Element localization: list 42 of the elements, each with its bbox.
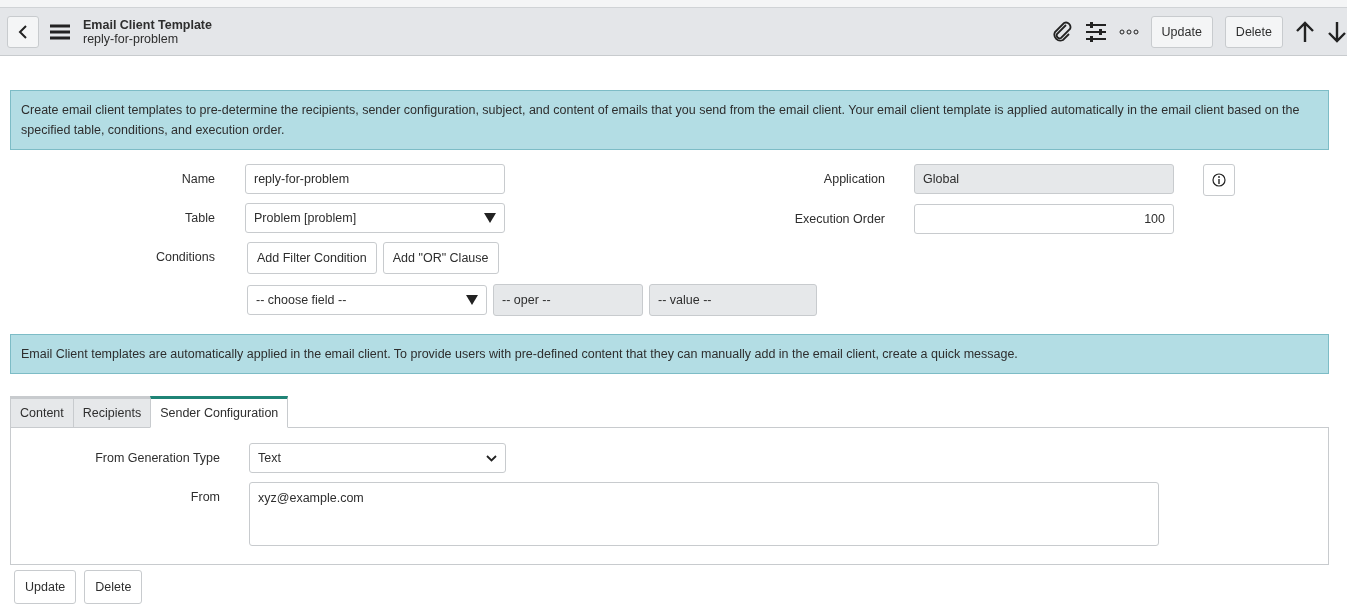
chevron-left-icon: [18, 24, 28, 39]
value-field: -- value --: [649, 284, 817, 316]
more-options-icon[interactable]: [1118, 28, 1139, 35]
field-label: From Generation Type: [94, 450, 220, 467]
field-label: Application: [822, 171, 885, 186]
info-icon: [1212, 173, 1226, 187]
tab[interactable]: Sender Configuration: [150, 396, 289, 428]
back-button[interactable]: [7, 15, 39, 48]
info-button[interactable]: [1203, 164, 1235, 196]
choose-field-dropdown[interactable]: -- choose field --: [247, 285, 487, 315]
paperclip-icon[interactable]: [1050, 20, 1073, 43]
add-or-clause-button[interactable]: Add "OR" Clause: [382, 242, 499, 274]
info-message: Create email client templates to pre-determine the recipients, sender configuration, subject, and content of emails that you send from the email client. Your email client template is applied automatically in the email client based on the specified table, conditions, and execution order.: [10, 90, 1329, 150]
settings-sliders-icon[interactable]: [1084, 21, 1107, 42]
menu-icon[interactable]: [49, 23, 71, 40]
tab[interactable]: Content: [10, 396, 74, 428]
tab[interactable]: Recipients: [72, 396, 152, 428]
operator-field: -- oper --: [493, 284, 643, 316]
info-message: Email Client templates are automatically applied in the email client. To provide users with pre-defined content that they can manually add in the email client, create a quick message.: [10, 334, 1329, 374]
field-label: Execution Order: [793, 211, 885, 226]
add-filter-button[interactable]: Add Filter Condition: [247, 242, 377, 274]
field-label: Table: [184, 210, 215, 225]
execution-order-field[interactable]: 100: [914, 204, 1174, 234]
chevron-down-icon: [486, 454, 497, 462]
arrow-up-icon[interactable]: [1295, 20, 1315, 43]
from-field[interactable]: xyz@example.com: [249, 482, 1159, 546]
dropdown-triangle-icon: [484, 213, 496, 223]
name-field[interactable]: reply-for-problem: [245, 164, 505, 194]
application-field: Global: [914, 164, 1174, 194]
record-name: reply-for-problem: [83, 31, 179, 46]
delete-button[interactable]: Delete: [84, 570, 143, 604]
table-dropdown[interactable]: Problem [problem]: [245, 203, 505, 233]
generation-type-dropdown[interactable]: Text: [249, 443, 506, 473]
field-label: Conditions: [154, 249, 215, 264]
arrow-down-icon[interactable]: [1327, 20, 1347, 43]
update-button[interactable]: Update: [1150, 15, 1213, 48]
dropdown-triangle-icon: [466, 295, 478, 305]
form-title: Email Client Template: [83, 17, 212, 32]
field-label: Name: [180, 171, 215, 186]
field-label: From: [189, 489, 220, 506]
delete-button[interactable]: Delete: [1224, 15, 1283, 48]
update-button[interactable]: Update: [14, 570, 77, 604]
